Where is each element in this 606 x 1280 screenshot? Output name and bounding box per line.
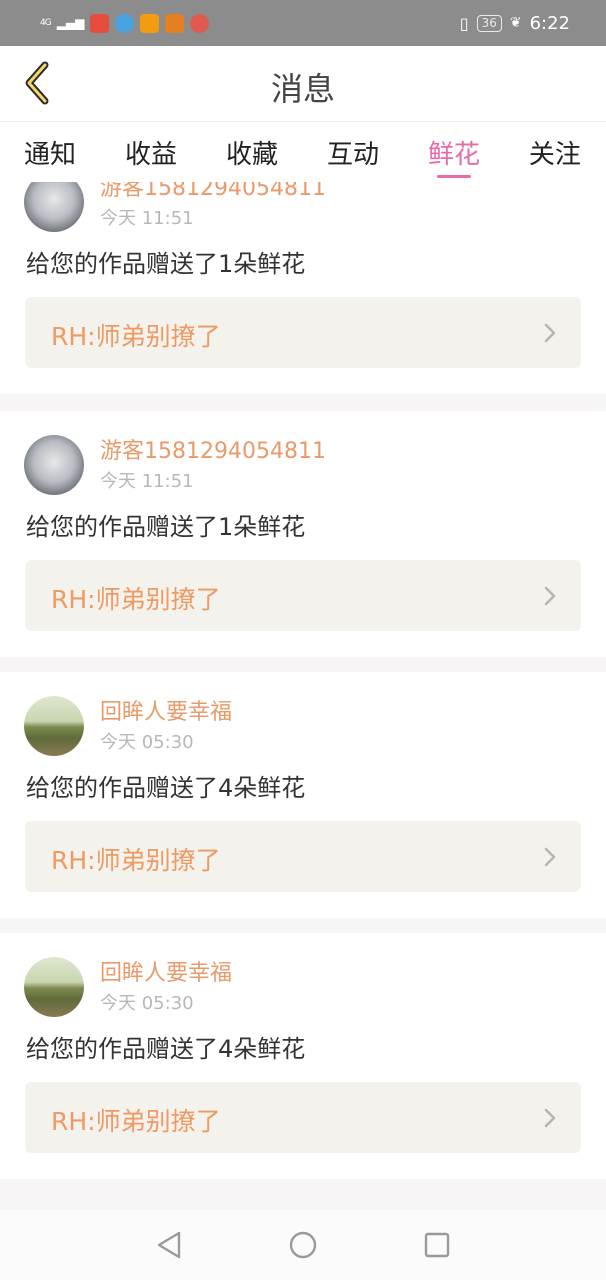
work-title: RH:师弟别撩了 — [51, 585, 221, 614]
tab-label: 收藏 — [225, 140, 278, 170]
tab-favorites[interactable]: 收藏 — [226, 122, 278, 182]
news-app-icon — [90, 13, 110, 33]
video-app-icon — [140, 13, 160, 33]
work-link[interactable]: RH:师弟别撩了 — [25, 297, 581, 368]
username[interactable]: 回眸人要幸福 — [100, 955, 232, 987]
work-link[interactable]: RH:师弟别撩了 — [25, 821, 581, 892]
triangle-back-icon — [157, 1231, 181, 1259]
circle-home-icon — [289, 1231, 317, 1259]
tab-flowers[interactable]: 鲜花 — [428, 122, 480, 182]
music-app-icon — [165, 13, 185, 33]
chevron-right-icon — [544, 323, 556, 343]
tab-following[interactable]: 关注 — [529, 122, 581, 182]
timestamp: 今天 05:30 — [100, 732, 194, 753]
nav-home-button[interactable] — [281, 1223, 325, 1267]
weibo-icon — [190, 13, 210, 33]
clock: 6:22 — [529, 12, 570, 34]
message-text: 给您的作品赠送了1朵鲜花 — [26, 250, 306, 278]
tab-interactions[interactable]: 互动 — [327, 122, 379, 182]
field-avatar[interactable] — [24, 696, 84, 756]
timestamp: 今天 05:30 — [100, 993, 194, 1014]
work-title: RH:师弟别撩了 — [51, 846, 221, 875]
square-recents-icon — [424, 1232, 450, 1258]
active-tab-indicator — [436, 175, 471, 178]
tab-label: 通知 — [24, 140, 77, 170]
message-card: 回眸人要幸福 今天 05:30 给您的作品赠送了4朵鲜花 RH:师弟别撩了 — [0, 933, 606, 1179]
username[interactable]: 回眸人要幸福 — [100, 694, 232, 726]
tab-notifications[interactable]: 通知 — [24, 122, 76, 182]
browser-icon — [115, 13, 135, 33]
tab-label: 收益 — [124, 140, 177, 170]
message-text: 给您的作品赠送了1朵鲜花 — [26, 513, 306, 541]
field-avatar[interactable] — [24, 957, 84, 1017]
cat-avatar[interactable] — [24, 435, 84, 495]
message-card: 回眸人要幸福 今天 05:30 给您的作品赠送了4朵鲜花 RH:师弟别撩了 — [0, 672, 606, 918]
page-title: 消息 — [270, 70, 335, 108]
work-link[interactable]: RH:师弟别撩了 — [25, 560, 581, 631]
work-link[interactable]: RH:师弟别撩了 — [25, 1082, 581, 1153]
username[interactable]: 游客1581294054811 — [100, 182, 326, 202]
timestamp: 今天 11:51 — [100, 208, 194, 229]
message-text: 给您的作品赠送了4朵鲜花 — [26, 1035, 306, 1063]
work-title: RH:师弟别撩了 — [51, 322, 221, 351]
tab-label: 关注 — [528, 140, 581, 170]
tab-earnings[interactable]: 收益 — [125, 122, 177, 182]
message-card: 游客1581294054811 今天 11:51 给您的作品赠送了1朵鲜花 RH… — [0, 182, 606, 394]
tab-label: 鲜花 — [427, 140, 480, 170]
status-bar: 4G ▂▄▆ ▯ 36 ❦ 6:22 — [0, 0, 606, 46]
chevron-right-icon — [544, 1108, 556, 1128]
cat-avatar[interactable] — [24, 182, 84, 232]
message-list[interactable]: 游客1581294054811 今天 11:51 给您的作品赠送了1朵鲜花 RH… — [0, 182, 606, 1210]
message-card: 游客1581294054811 今天 11:51 给您的作品赠送了1朵鲜花 RH… — [0, 411, 606, 657]
tab-label: 互动 — [326, 140, 379, 170]
tab-bar: 通知 收益 收藏 互动 鲜花 关注 — [0, 122, 606, 182]
signal-icon: ▂▄▆ — [56, 16, 85, 30]
system-nav-bar — [0, 1210, 606, 1280]
nav-back-button[interactable] — [147, 1223, 191, 1267]
header: 消息 — [0, 46, 606, 122]
network-indicator: 4G — [40, 18, 52, 28]
chevron-right-icon — [544, 586, 556, 606]
timestamp: 今天 11:51 — [100, 471, 194, 492]
message-text: 给您的作品赠送了4朵鲜花 — [26, 774, 306, 802]
battery-icon: 36 — [476, 14, 502, 32]
username[interactable]: 游客1581294054811 — [100, 433, 326, 465]
chevron-right-icon — [544, 847, 556, 867]
vibrate-icon: ▯ — [459, 13, 469, 33]
nav-recents-button[interactable] — [415, 1223, 459, 1267]
work-title: RH:师弟别撩了 — [51, 1107, 221, 1136]
leaf-icon: ❦ — [509, 15, 522, 31]
